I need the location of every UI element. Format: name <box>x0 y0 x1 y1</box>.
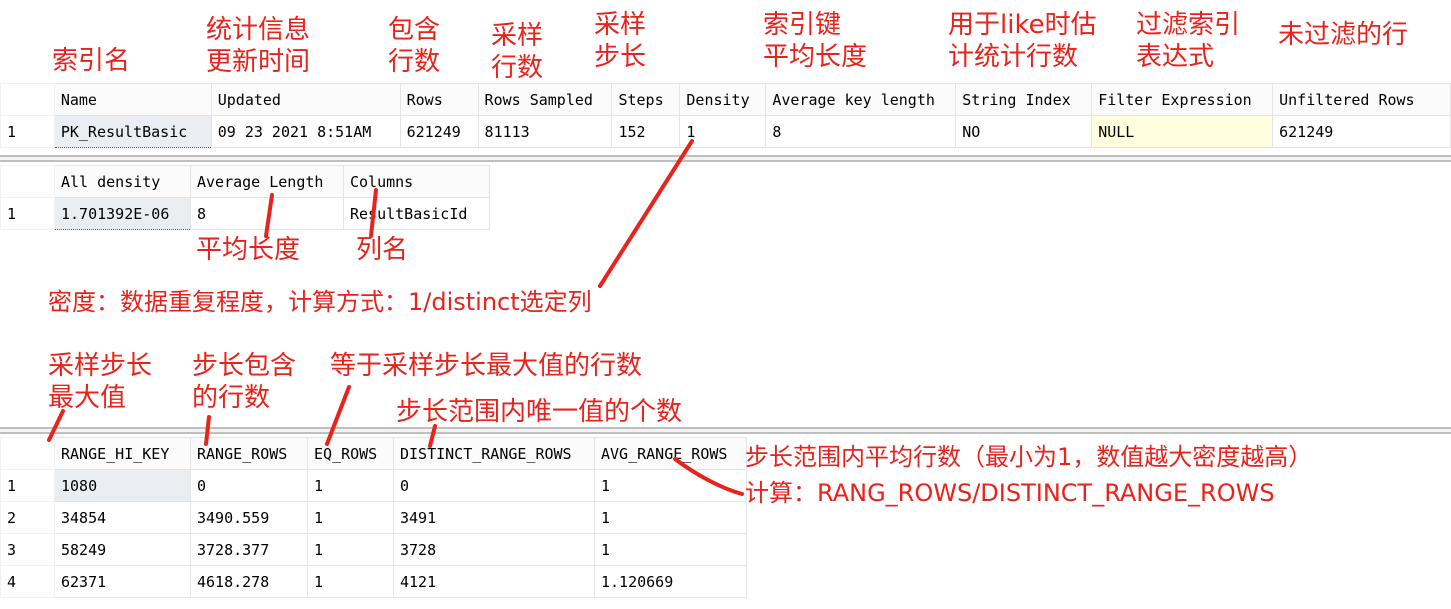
cell-steps[interactable]: 152 <box>611 115 681 148</box>
cell-updated[interactable]: 09 23 2021 8:51AM <box>210 115 401 148</box>
annotation-index-name: 索引名 <box>52 46 131 76</box>
column-header-unfiltered-rows[interactable]: Unfiltered Rows <box>1272 83 1451 116</box>
annotation-distinct-range-rows: 步长范围内唯一值的个数 <box>396 397 683 427</box>
cell-eq-rows[interactable]: 1 <box>307 469 394 502</box>
histogram-grid: RANGE_HI_KEY RANGE_ROWS EQ_ROWS DISTINCT… <box>0 437 747 598</box>
grid-splitter[interactable] <box>0 427 1451 434</box>
annotation-avg-range-rows: 步长范围内平均行数（最小为1，数值越大密度越高） <box>745 443 1313 471</box>
cell-string-index[interactable]: NO <box>955 115 1093 148</box>
annotation-updated: 统计信息 更新时间 <box>206 15 311 77</box>
annotation-avg-key-length: 索引键 平均长度 <box>763 10 868 72</box>
annotation-unfiltered-rows: 未过滤的行 <box>1278 20 1409 50</box>
cell-eq-rows[interactable]: 1 <box>307 501 394 534</box>
annotation-filter-expression: 过滤索引 表达式 <box>1136 10 1241 72</box>
column-header-updated[interactable]: Updated <box>210 83 401 116</box>
cell-avg-range-rows[interactable]: 1.120669 <box>594 565 747 598</box>
annotation-avg-range-rows-formula: 计算：RANG_ROWS/DISTINCT_RANGE_ROWS <box>745 479 1275 507</box>
cell-distinct-range-rows[interactable]: 4121 <box>393 565 595 598</box>
cell-avg-range-rows[interactable]: 1 <box>594 469 747 502</box>
row-number[interactable]: 4 <box>0 565 55 598</box>
annotation-columns: 列名 <box>356 235 409 265</box>
row-number-header <box>0 165 55 198</box>
cell-range-hi-key[interactable]: 58249 <box>54 533 191 566</box>
cell-name[interactable]: PK_ResultBasic <box>53 115 212 148</box>
arrow-density <box>598 139 694 288</box>
cell-distinct-range-rows[interactable]: 0 <box>393 469 595 502</box>
column-header-name[interactable]: Name <box>53 83 212 116</box>
row-number-header <box>0 83 55 116</box>
cell-density[interactable]: 1 <box>679 115 767 148</box>
cell-range-hi-key[interactable]: 34854 <box>54 501 191 534</box>
row-number[interactable]: 3 <box>0 533 55 566</box>
column-header-range-hi-key[interactable]: RANGE_HI_KEY <box>54 437 191 470</box>
annotation-string-index: 用于like时估 计统计行数 <box>948 10 1097 72</box>
row-number[interactable]: 1 <box>0 197 55 230</box>
row-number-header <box>0 437 55 470</box>
column-header-rows-sampled[interactable]: Rows Sampled <box>477 83 613 116</box>
cell-distinct-range-rows[interactable]: 3491 <box>393 501 595 534</box>
column-header-steps[interactable]: Steps <box>611 83 681 116</box>
arrow-eq-rows <box>325 385 351 446</box>
grid-splitter[interactable] <box>0 155 1451 162</box>
cell-avg-range-rows[interactable]: 1 <box>594 533 747 566</box>
annotation-average-length: 平均长度 <box>196 235 301 265</box>
table-row[interactable]: 2 34854 3490.559 1 3491 1 <box>0 501 747 534</box>
arrow-range-hi-key <box>47 409 65 442</box>
annotation-range-hi-key: 采样步长 最大值 <box>48 351 153 413</box>
cell-rows[interactable]: 621249 <box>399 115 479 148</box>
cell-range-rows[interactable]: 0 <box>190 469 308 502</box>
row-number[interactable]: 1 <box>0 115 55 148</box>
cell-filter-expression[interactable]: NULL <box>1091 115 1274 148</box>
cell-avg-range-rows[interactable]: 1 <box>594 501 747 534</box>
column-header-all-density[interactable]: All density <box>54 165 191 198</box>
annotation-steps: 采样 步长 <box>594 10 647 72</box>
table-row[interactable]: 1 1080 0 1 0 1 <box>0 469 747 502</box>
cell-range-rows[interactable]: 4618.278 <box>190 565 308 598</box>
column-header-filter-expression[interactable]: Filter Expression <box>1091 83 1274 116</box>
density-vector-grid: All density Average Length Columns 1 1.7… <box>0 165 490 230</box>
table-row[interactable]: 3 58249 3728.377 1 3728 1 <box>0 533 747 566</box>
column-header-avg-range-rows[interactable]: AVG_RANGE_ROWS <box>594 437 747 470</box>
column-header-columns[interactable]: Columns <box>343 165 490 198</box>
cell-unfiltered-rows[interactable]: 621249 <box>1272 115 1451 148</box>
annotation-eq-rows: 等于采样步长最大值的行数 <box>330 351 643 381</box>
column-header-rows[interactable]: Rows <box>399 83 479 116</box>
column-header-average-length[interactable]: Average Length <box>190 165 344 198</box>
cell-range-rows[interactable]: 3490.559 <box>190 501 308 534</box>
column-header-range-rows[interactable]: RANGE_ROWS <box>190 437 308 470</box>
cell-range-hi-key[interactable]: 62371 <box>54 565 191 598</box>
row-number[interactable]: 2 <box>0 501 55 534</box>
cell-average-key-length[interactable]: 8 <box>765 115 957 148</box>
cell-columns[interactable]: ResultBasicId <box>343 197 490 230</box>
annotation-density: 密度：数据重复程度，计算方式：1/distinct选定列 <box>48 288 592 316</box>
column-header-density[interactable]: Density <box>679 83 767 116</box>
row-number[interactable]: 1 <box>0 469 55 502</box>
table-row[interactable]: 1 1.701392E-06 8 ResultBasicId <box>0 197 490 230</box>
column-header-distinct-range-rows[interactable]: DISTINCT_RANGE_ROWS <box>393 437 595 470</box>
cell-eq-rows[interactable]: 1 <box>307 533 394 566</box>
cell-all-density[interactable]: 1.701392E-06 <box>54 197 191 230</box>
cell-range-hi-key[interactable]: 1080 <box>54 469 191 502</box>
stats-header-grid: Name Updated Rows Rows Sampled Steps Den… <box>0 83 1451 148</box>
annotation-range-rows: 步长包含 的行数 <box>192 351 297 413</box>
table-row[interactable]: 4 62371 4618.278 1 4121 1.120669 <box>0 565 747 598</box>
cell-average-length[interactable]: 8 <box>190 197 344 230</box>
cell-eq-rows[interactable]: 1 <box>307 565 394 598</box>
cell-rows-sampled[interactable]: 81113 <box>477 115 613 148</box>
table-row[interactable]: 1 PK_ResultBasic 09 23 2021 8:51AM 62124… <box>0 115 1451 148</box>
column-header-string-index[interactable]: String Index <box>955 83 1093 116</box>
cell-distinct-range-rows[interactable]: 3728 <box>393 533 595 566</box>
column-header-average-key-length[interactable]: Average key length <box>765 83 957 116</box>
annotation-rows-sampled: 采样 行数 <box>491 21 544 83</box>
cell-range-rows[interactable]: 3728.377 <box>190 533 308 566</box>
annotation-rows: 包含 行数 <box>388 15 441 77</box>
column-header-eq-rows[interactable]: EQ_ROWS <box>307 437 394 470</box>
